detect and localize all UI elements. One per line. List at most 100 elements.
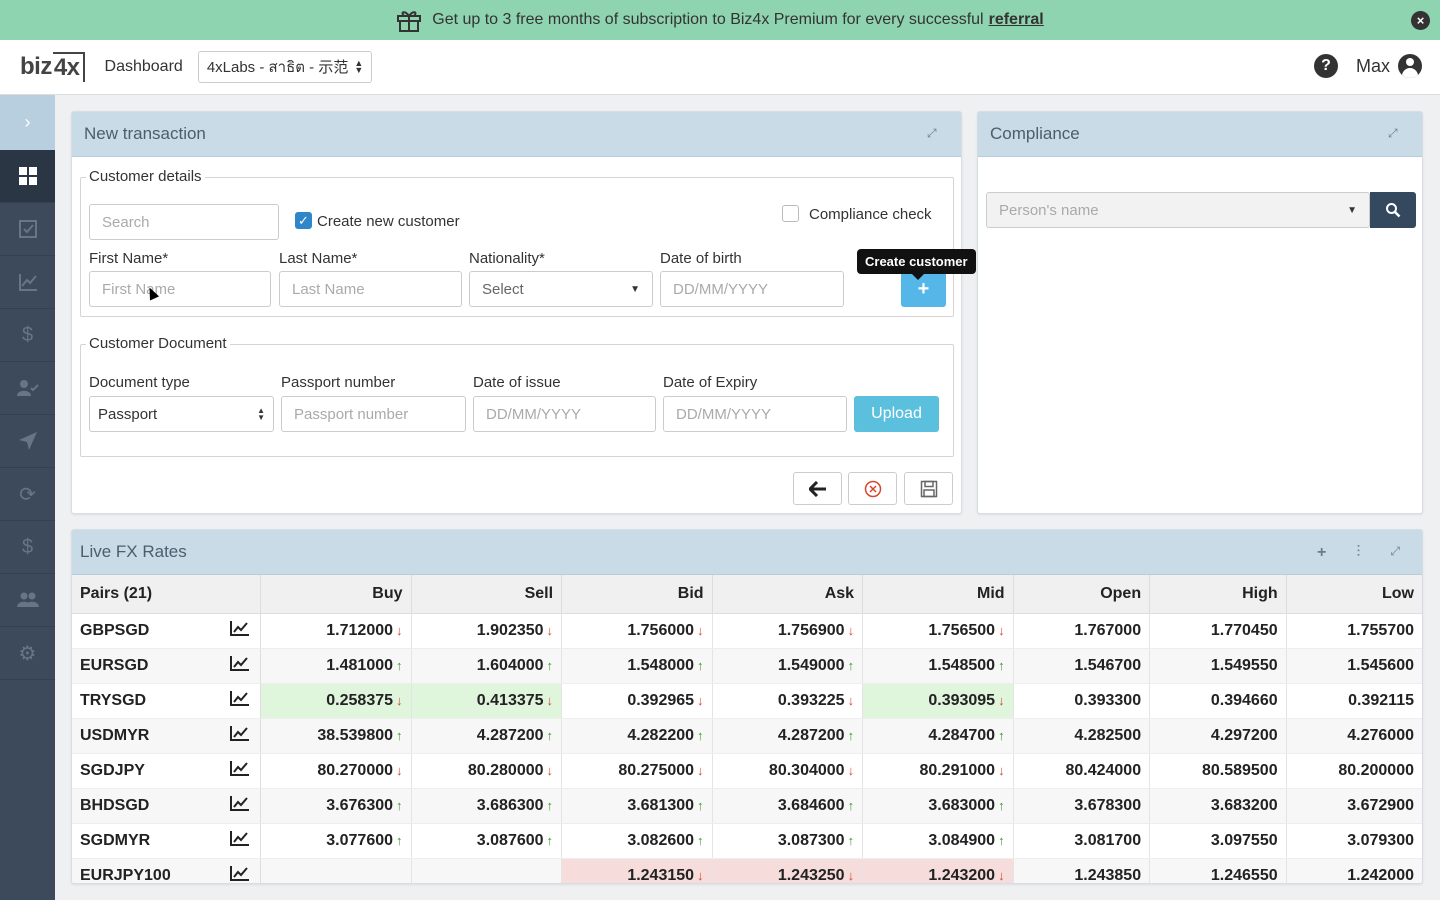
arrow-down-icon: ↓ — [998, 622, 1005, 638]
chart-icon[interactable] — [230, 788, 261, 824]
chart-icon[interactable] — [230, 620, 250, 636]
referral-link[interactable]: referral — [989, 11, 1044, 29]
date-of-birth-label: Date of birth — [660, 250, 742, 267]
date-of-birth-input[interactable]: DD/MM/YYYY — [660, 271, 844, 307]
buy-cell-value: 38.539800 — [317, 726, 394, 744]
create-new-customer-checkbox[interactable]: ✓ — [295, 212, 312, 229]
expand-icon[interactable]: ⤢ — [1388, 127, 1400, 139]
save-button[interactable] — [904, 472, 953, 505]
add-icon[interactable]: + — [1317, 544, 1326, 562]
first-name-input[interactable]: First Name — [89, 271, 271, 307]
customer-search-input[interactable]: Search — [89, 204, 279, 240]
open-cell: 1.767000 — [1013, 613, 1151, 649]
nationality-select[interactable]: Select ▼ — [469, 271, 653, 307]
arrow-up-icon: ↑ — [546, 832, 554, 848]
mid-cell: 0.393095 ↓ — [862, 683, 1014, 719]
column-header[interactable]: Buy — [260, 575, 412, 614]
cancel-button[interactable] — [848, 472, 897, 505]
table-row[interactable]: SGDJPY 80.270000 ↓ 80.280000 ↓ 80.275000 ↓ 80.3… — [72, 753, 1422, 789]
arrow-down-icon: ↓ — [396, 692, 403, 708]
nationality-select-value: Select — [482, 280, 524, 298]
arrow-down-icon: ↓ — [998, 867, 1005, 883]
table-row[interactable]: EURSGD 1.481000 ↑ 1.604000 ↑ 1.548000 ↑ 1.54900… — [72, 648, 1422, 684]
column-header[interactable]: Low — [1286, 575, 1422, 614]
table-row[interactable]: GBPSGD 1.712000 ↓ 1.902350 ↓ 1.756000 ↓ 1.75690… — [72, 613, 1422, 649]
mid-cell: 80.291000 ↓ — [862, 753, 1014, 789]
dashboard-link[interactable]: Dashboard — [105, 58, 183, 76]
ask-cell: 3.684600 ↑ — [712, 788, 864, 824]
gear-icon[interactable]: ⚙ — [0, 627, 55, 680]
ask-cell-value: 80.304000 — [768, 761, 845, 779]
chart-icon[interactable] — [230, 655, 250, 671]
document-type-label: Document type — [89, 374, 190, 391]
chart-icon[interactable] — [230, 683, 261, 719]
chart-icon[interactable] — [230, 718, 261, 754]
chart-icon[interactable] — [230, 858, 261, 883]
logo[interactable]: biz 4x — [20, 52, 85, 82]
open-cell-value: 1.243850 — [1074, 866, 1142, 884]
passport-number-input[interactable]: Passport number — [281, 396, 466, 432]
chart-icon[interactable] — [230, 823, 261, 859]
sidebar-toggle-chevron-icon[interactable]: › — [0, 95, 55, 150]
last-name-input[interactable]: Last Name — [279, 271, 462, 307]
compliance-check-label: Compliance check — [809, 206, 932, 223]
expand-icon[interactable]: ⤢ — [1390, 544, 1400, 562]
chart-icon[interactable] — [230, 795, 250, 811]
low-cell-value: 0.392115 — [1348, 691, 1414, 709]
users-icon[interactable] — [0, 574, 55, 627]
dollar-icon[interactable]: $ — [0, 521, 55, 574]
upload-button[interactable]: Upload — [854, 396, 939, 432]
expand-icon[interactable]: ⤢ — [927, 127, 939, 139]
person-name-select[interactable]: Person's name ▼ — [986, 192, 1370, 228]
send-icon[interactable] — [0, 415, 55, 468]
document-type-select[interactable]: Passport ▲ ▼ — [89, 396, 274, 432]
high-cell: 1.246550 — [1149, 858, 1287, 883]
chart-icon[interactable] — [230, 830, 250, 846]
column-header[interactable]: Mid — [862, 575, 1014, 614]
chart-icon[interactable] — [230, 865, 250, 881]
compliance-search-button[interactable] — [1370, 192, 1416, 228]
open-cell: 0.393300 — [1013, 683, 1151, 719]
close-icon[interactable]: × — [1411, 11, 1430, 30]
date-of-expiry-input[interactable]: DD/MM/YYYY — [663, 396, 847, 432]
sell-cell: 1.902350 ↓ — [411, 613, 563, 649]
user-avatar-icon[interactable] — [1398, 54, 1422, 78]
chart-icon[interactable] — [230, 690, 250, 706]
refresh-icon[interactable]: ⟳ — [0, 468, 55, 521]
compliance-check-checkbox[interactable] — [782, 205, 799, 222]
pair-cell-value: TRYSGD — [80, 691, 147, 709]
checklist-icon[interactable] — [0, 203, 55, 256]
column-header[interactable]: High — [1149, 575, 1287, 614]
high-cell-value: 80.589500 — [1201, 761, 1278, 779]
company-select[interactable]: 4xLabs - สาธิต - 示范 ▲ ▼ — [197, 51, 373, 83]
date-of-issue-input[interactable]: DD/MM/YYYY — [473, 396, 656, 432]
table-row[interactable]: BHDSGD 3.676300 ↑ 3.686300 ↑ 3.681300 ↑ 3.68460… — [72, 788, 1422, 824]
date-of-expiry-label: Date of Expiry — [663, 374, 758, 391]
user-check-icon[interactable] — [0, 362, 55, 415]
table-row[interactable]: TRYSGD 0.258375 ↓ 0.413375 ↓ 0.392965 ↓ 0.39322… — [72, 683, 1422, 719]
sliders-icon[interactable]: ⫶ — [1356, 544, 1360, 562]
column-header[interactable]: Pairs (21) — [72, 575, 261, 614]
help-icon[interactable]: ? — [1313, 54, 1338, 78]
chart-icon[interactable] — [230, 648, 261, 684]
user-name[interactable]: Max — [1356, 56, 1390, 77]
arrow-up-icon: ↑ — [847, 797, 855, 813]
column-header[interactable]: Ask — [712, 575, 864, 614]
column-header[interactable]: Sell — [411, 575, 563, 614]
low-cell: 4.276000 — [1286, 718, 1422, 754]
chart-icon[interactable] — [230, 613, 261, 649]
chart-icon[interactable] — [230, 760, 250, 776]
table-row[interactable]: USDMYR 38.539800 ↑ 4.287200 ↑ 4.282200 ↑ 4.2872… — [72, 718, 1422, 754]
arrow-up-icon: ↑ — [847, 832, 855, 848]
column-header[interactable]: Bid — [561, 575, 713, 614]
bid-cell-value: 3.082600 — [627, 831, 695, 849]
chart-icon[interactable] — [230, 725, 250, 741]
dollar-icon[interactable]: $ — [0, 309, 55, 362]
chart-icon[interactable] — [0, 256, 55, 309]
column-header[interactable]: Open — [1013, 575, 1151, 614]
chart-icon[interactable] — [230, 753, 261, 789]
table-row[interactable]: EURJPY100 1.243150 ↓ 1.243250 ↓ 1.243200 ↓ 1.24… — [72, 858, 1422, 884]
dashboard-icon[interactable] — [0, 150, 55, 203]
back-button[interactable] — [793, 472, 842, 505]
table-row[interactable]: SGDMYR 3.077600 ↑ 3.087600 ↑ 3.082600 ↑ 3.08730… — [72, 823, 1422, 859]
